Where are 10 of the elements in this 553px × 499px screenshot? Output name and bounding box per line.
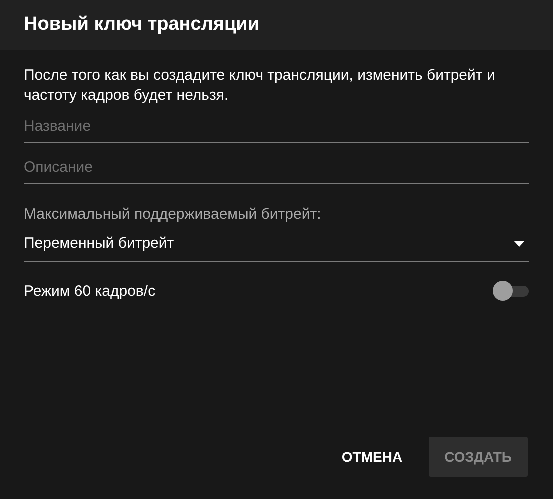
input-field[interactable]: Описание — [24, 151, 529, 184]
toggle-label: Режим 60 кадров/с — [24, 282, 156, 300]
dialog-title: Новый ключ трансляции — [24, 14, 260, 36]
bitrate-dropdown[interactable]: Переменный битрейт — [24, 224, 529, 262]
caret-icon — [514, 240, 525, 246]
notice-text: После того как вы создадите ключ трансляции, изменить битрейт и частоту кадров будет нельзя. — [24, 66, 496, 106]
input-field[interactable]: Название — [24, 110, 529, 143]
toggle-switch[interactable] — [493, 281, 529, 301]
field-label: Максимальный поддерживаемый битрейт: — [24, 206, 322, 223]
cancel-button[interactable]: ОТМЕНА — [334, 437, 411, 477]
